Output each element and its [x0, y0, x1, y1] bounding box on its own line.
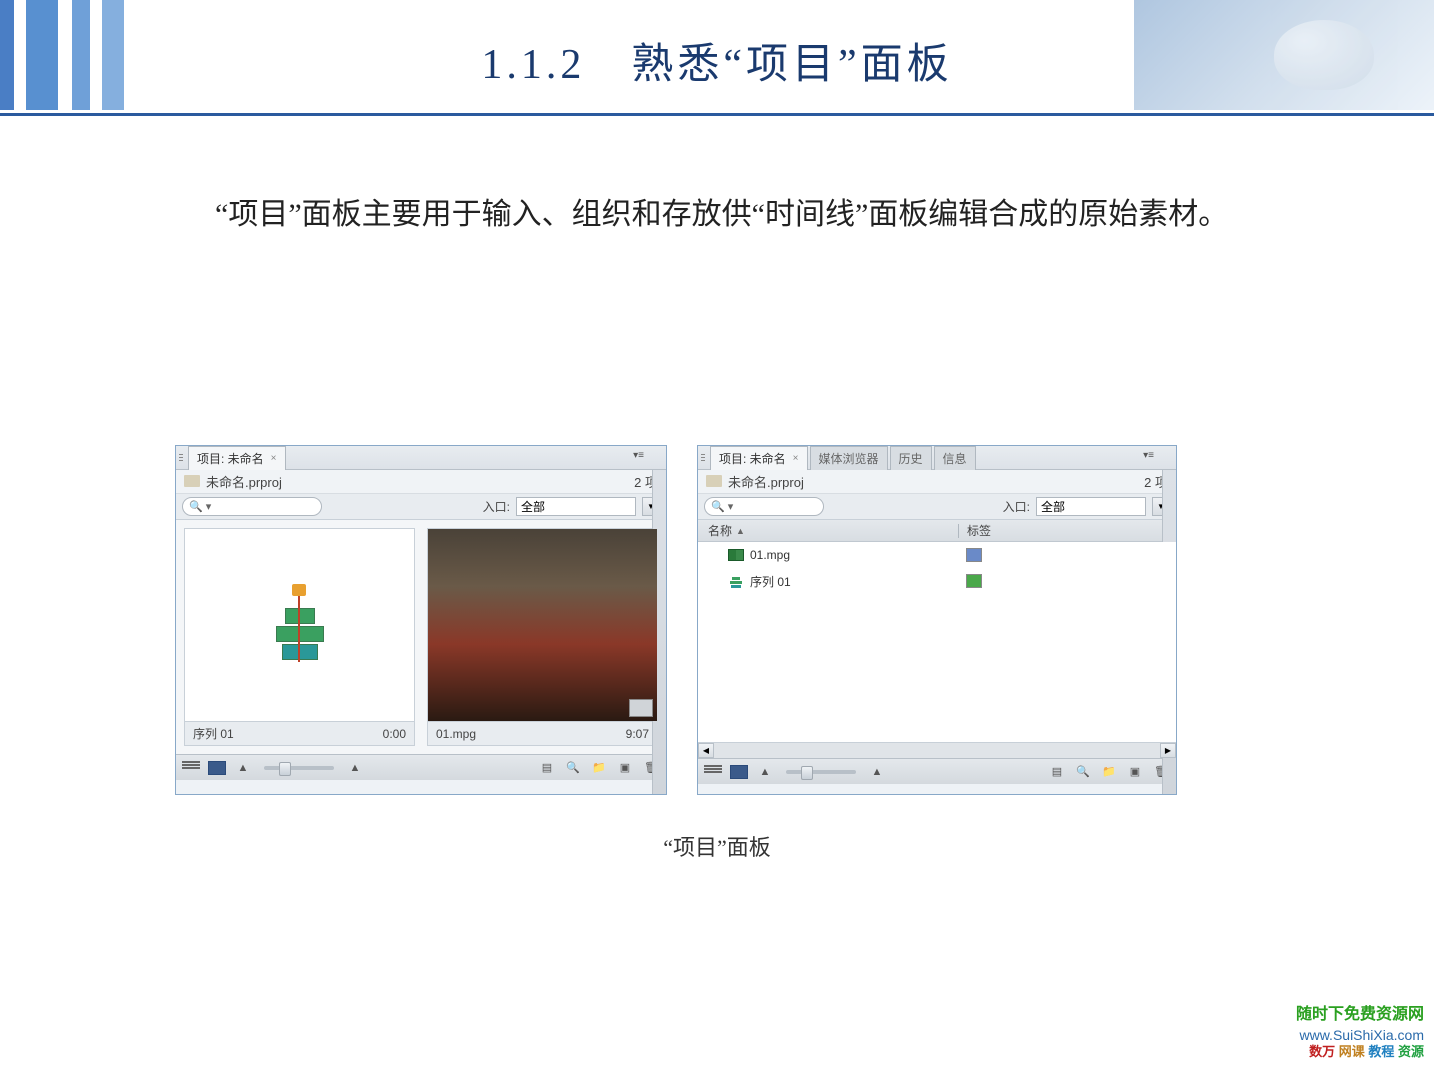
sequence-icon	[260, 580, 340, 670]
list-view-icon[interactable]	[704, 765, 722, 779]
thumbnail-video[interactable]: 01.mpg9:07	[427, 528, 658, 746]
video-file-icon	[728, 549, 744, 561]
entry-label: 入口:	[483, 498, 510, 515]
project-panel-icon-view: 项目: 未命名× ▾≡ 未命名.prproj 2 项 🔍 ▾ 入口: 全部 ▼	[175, 445, 667, 795]
header-decoration	[1134, 0, 1434, 110]
close-icon[interactable]: ×	[271, 453, 277, 464]
list-body: 01.mpg 序列 01 ◀ ▶	[698, 542, 1176, 758]
tab-info[interactable]: 信息	[934, 446, 976, 470]
zoom-out-icon[interactable]: ▲	[756, 764, 774, 780]
label-color-blue[interactable]	[966, 548, 982, 562]
screenshot-panels: 项目: 未命名× ▾≡ 未命名.prproj 2 项 🔍 ▾ 入口: 全部 ▼	[175, 445, 1177, 795]
label-color-green[interactable]	[966, 574, 982, 588]
header-stripes	[0, 0, 124, 110]
project-info-row: 未命名.prproj 2 项	[698, 470, 1176, 494]
column-name[interactable]: 名称▲	[698, 522, 958, 539]
project-panel-list-view: 项目: 未命名× 媒体浏览器 历史 信息 ▾≡ 未命名.prproj 2 项 🔍…	[697, 445, 1177, 795]
icon-view-icon[interactable]	[208, 761, 226, 775]
list-item-video[interactable]: 01.mpg	[698, 542, 1176, 568]
close-icon[interactable]: ×	[793, 453, 799, 464]
watermark-title: 随时下免费资源网	[1296, 1005, 1424, 1026]
video-preview	[428, 529, 657, 721]
watermark-tagline: 数万 网课 教程 资源	[1296, 1044, 1424, 1061]
panel-menu-icon[interactable]: ▾≡	[633, 450, 644, 461]
folder-icon	[184, 475, 200, 487]
panel-menu-icon[interactable]: ▾≡	[1143, 450, 1154, 461]
project-info-row: 未命名.prproj 2 项	[176, 470, 666, 494]
tab-project[interactable]: 项目: 未命名×	[188, 446, 286, 470]
list-view-icon[interactable]	[182, 761, 200, 775]
panel-tab-bar: 项目: 未命名× ▾≡	[176, 446, 666, 470]
thumbnail-label: 序列 010:00	[185, 721, 414, 745]
panel-footer-toolbar: ▲ ▲ ▤ 🔍 📁 ▣ 🗑	[698, 758, 1176, 784]
scroll-right-icon[interactable]: ▶	[1160, 743, 1176, 758]
watermark: 随时下免费资源网 www.SuiShiXia.com 数万 网课 教程 资源	[1296, 1005, 1424, 1061]
horizontal-scrollbar[interactable]: ◀ ▶	[698, 742, 1176, 758]
entry-select[interactable]: 全部	[516, 497, 636, 516]
thumbnail-sequence[interactable]: 序列 010:00	[184, 528, 415, 746]
figure-caption: “项目”面板	[663, 830, 771, 862]
panel-grip-icon[interactable]	[698, 454, 708, 461]
new-bin-icon[interactable]: 📁	[1100, 764, 1118, 780]
new-item-icon[interactable]: ▣	[1126, 764, 1144, 780]
automate-icon[interactable]: ▤	[1048, 764, 1066, 780]
find-icon[interactable]: 🔍	[564, 760, 582, 776]
zoom-slider[interactable]	[264, 766, 334, 770]
panel-grip-icon[interactable]	[176, 454, 186, 461]
zoom-in-icon[interactable]: ▲	[868, 764, 886, 780]
header-divider	[0, 113, 1434, 116]
panel-footer-toolbar: ▲ ▲ ▤ 🔍 📁 ▣ 🗑	[176, 754, 666, 780]
slide-title: 1.1.2 熟悉“项目”面板	[481, 30, 952, 91]
slide-header: 1.1.2 熟悉“项目”面板	[0, 0, 1434, 115]
search-input[interactable]: 🔍 ▾	[704, 497, 824, 516]
tab-history[interactable]: 历史	[890, 446, 932, 470]
search-filter-row: 🔍 ▾ 入口: 全部 ▼	[698, 494, 1176, 520]
mouse-image	[1274, 20, 1374, 90]
list-column-header: 名称▲ 标签	[698, 520, 1176, 542]
sequence-icon	[728, 574, 744, 588]
list-item-sequence[interactable]: 序列 01	[698, 568, 1176, 594]
zoom-in-icon[interactable]: ▲	[346, 760, 364, 776]
scroll-left-icon[interactable]: ◀	[698, 743, 714, 758]
zoom-slider[interactable]	[786, 770, 856, 774]
sort-arrow-icon: ▲	[736, 526, 745, 536]
new-item-icon[interactable]: ▣	[616, 760, 634, 776]
panel-tab-bar: 项目: 未命名× 媒体浏览器 历史 信息 ▾≡	[698, 446, 1176, 470]
zoom-out-icon[interactable]: ▲	[234, 760, 252, 776]
tab-project[interactable]: 项目: 未命名×	[710, 446, 808, 470]
new-bin-icon[interactable]: 📁	[590, 760, 608, 776]
automate-icon[interactable]: ▤	[538, 760, 556, 776]
column-label[interactable]: 标签	[959, 522, 1176, 539]
entry-label: 入口:	[1003, 498, 1030, 515]
find-icon[interactable]: 🔍	[1074, 764, 1092, 780]
watermark-url: www.SuiShiXia.com	[1296, 1026, 1424, 1044]
tab-media-browser[interactable]: 媒体浏览器	[810, 446, 888, 470]
folder-icon	[706, 475, 722, 487]
search-input[interactable]: 🔍 ▾	[182, 497, 322, 516]
thumbnail-label: 01.mpg9:07	[428, 721, 657, 745]
icon-view-icon[interactable]	[730, 765, 748, 779]
entry-select[interactable]: 全部	[1036, 497, 1146, 516]
body-paragraph: “项目”面板主要用于输入、组织和存放供“时间线”面板编辑合成的原始素材。	[155, 190, 1284, 240]
search-filter-row: 🔍 ▾ 入口: 全部 ▼	[176, 494, 666, 520]
thumbnail-area: 序列 010:00 01.mpg9:07	[176, 520, 666, 754]
